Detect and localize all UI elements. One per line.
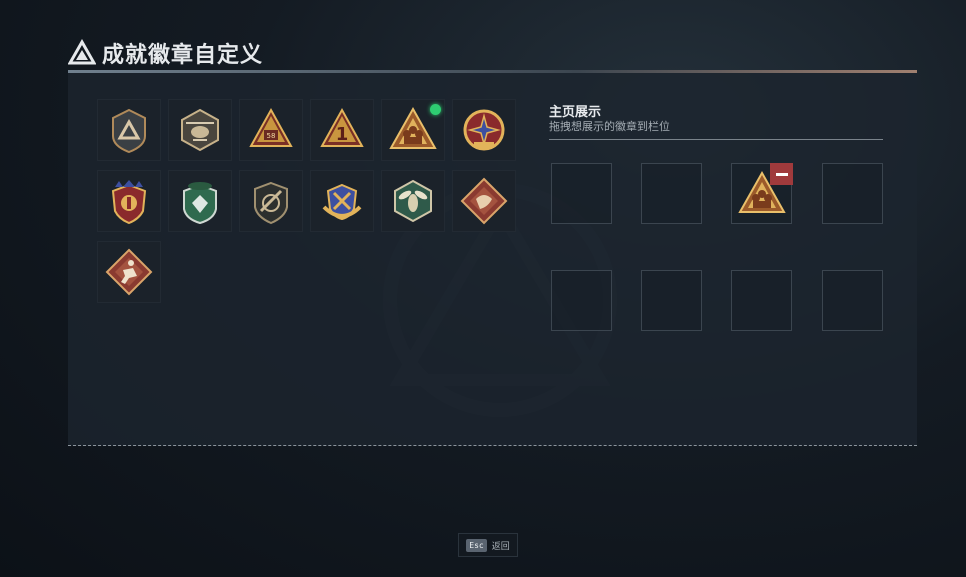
knife-shield-badge-icon <box>254 181 288 225</box>
badge-cell[interactable] <box>97 170 161 232</box>
wasp-hexagon-badge-icon <box>394 179 432 223</box>
showcase-slot[interactable] <box>731 270 792 331</box>
showcase-slot[interactable] <box>822 270 883 331</box>
showcase-divider <box>549 139 883 140</box>
triangle-58-badge-icon: 58 <box>249 107 293 147</box>
showcase-slot[interactable] <box>731 163 793 224</box>
badge-cell[interactable] <box>168 170 232 232</box>
badge-cell[interactable]: 1 <box>310 99 374 161</box>
page-title: 成就徽章自定义 <box>102 43 264 68</box>
esc-key-icon: Esc <box>466 538 487 552</box>
wings-crest-badge-icon <box>322 183 362 221</box>
badge-cell[interactable] <box>97 99 161 161</box>
badge-cell[interactable] <box>452 99 516 161</box>
triangle-1-badge-icon: 1 <box>320 107 364 147</box>
ornate-star-shield-badge-icon <box>111 180 147 225</box>
selected-indicator-icon <box>430 104 441 115</box>
remove-badge-button[interactable] <box>770 163 793 185</box>
runner-diamond-badge-icon <box>105 248 153 296</box>
page-header: 成就徽章自定义 <box>68 36 263 70</box>
showcase-slot[interactable] <box>551 163 612 224</box>
showcase-subtitle: 拖拽想展示的徽章到栏位 <box>549 120 670 133</box>
back-label: 返回 <box>491 541 510 552</box>
badge-cell[interactable] <box>381 170 445 232</box>
badge-cell[interactable] <box>168 99 232 161</box>
triangle-logo-icon <box>68 39 96 65</box>
showcase-slot[interactable] <box>551 270 612 331</box>
minus-icon <box>775 172 788 176</box>
red-cross-medal-badge-icon <box>463 109 505 151</box>
green-beret-shield-badge-icon <box>183 182 217 225</box>
badge-cell[interactable] <box>452 170 516 232</box>
dragon-diamond-badge-icon <box>460 177 508 225</box>
badge-cell[interactable]: 58 <box>239 99 303 161</box>
badge-cell[interactable] <box>97 241 161 303</box>
badge-cell[interactable] <box>381 99 445 161</box>
badge-cell[interactable] <box>239 170 303 232</box>
svg-text:1: 1 <box>336 124 349 145</box>
back-button[interactable]: Esc 返回 <box>458 533 518 557</box>
showcase-slot[interactable] <box>822 163 883 224</box>
svg-text:58: 58 <box>267 132 276 140</box>
panel-top-border <box>68 70 917 73</box>
showcase-slot[interactable] <box>641 270 702 331</box>
shield-triangle-badge-icon <box>112 108 146 154</box>
squad-triangle-badge-icon <box>389 106 437 149</box>
showcase-slot[interactable] <box>641 163 702 224</box>
badge-cell[interactable] <box>310 170 374 232</box>
helicopter-badge-icon <box>181 108 219 152</box>
